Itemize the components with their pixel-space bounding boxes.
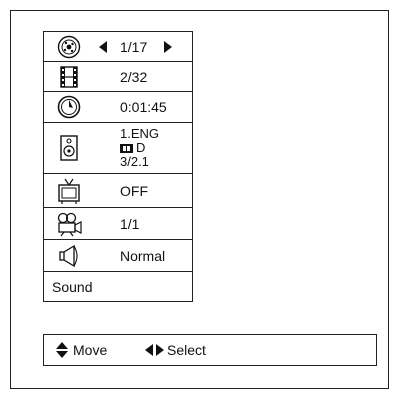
audio-channels: 3/2.1 bbox=[120, 154, 149, 169]
select-label: Select bbox=[167, 342, 206, 358]
menu-item-time[interactable]: 0:01:45 bbox=[43, 91, 193, 123]
audio-language: 1.ENG bbox=[120, 126, 160, 141]
select-hint: Select bbox=[145, 335, 206, 365]
up-down-arrows-icon bbox=[56, 342, 68, 358]
menu-item-sound[interactable]: Sound bbox=[43, 271, 193, 302]
hint-bar: Move Select bbox=[43, 334, 377, 366]
menu-item-subtitle[interactable]: OFF bbox=[43, 173, 193, 208]
sound-mode-value: Normal bbox=[120, 247, 166, 264]
next-arrow-icon[interactable] bbox=[164, 40, 172, 53]
camera-angle-icon bbox=[44, 208, 93, 239]
dolby-digital-icon bbox=[120, 143, 133, 153]
title-value: 1/17 bbox=[120, 38, 148, 55]
speaker-sound-icon bbox=[44, 240, 93, 271]
right-arrow-icon bbox=[156, 344, 164, 356]
subtitle-value: OFF bbox=[120, 182, 148, 199]
sound-label: Sound bbox=[52, 278, 93, 295]
film-chapter-icon bbox=[44, 62, 93, 91]
left-arrow-icon bbox=[145, 344, 153, 356]
speaker-audio-icon bbox=[44, 123, 93, 173]
menu-item-angle[interactable]: 1/1 bbox=[43, 207, 193, 240]
menu-item-chapter[interactable]: 2/32 bbox=[43, 61, 193, 92]
chapter-value: 2/32 bbox=[120, 68, 148, 85]
time-value: 0:01:45 bbox=[120, 99, 167, 115]
move-label: Move bbox=[73, 342, 108, 358]
move-hint: Move bbox=[56, 335, 107, 365]
menu-item-title[interactable]: 1/17 bbox=[43, 31, 193, 62]
clock-time-icon bbox=[44, 92, 93, 122]
angle-value: 1/1 bbox=[120, 215, 140, 232]
menu-item-sound-mode[interactable]: Normal bbox=[43, 239, 193, 272]
prev-arrow-icon[interactable] bbox=[99, 40, 107, 53]
disc-title-icon bbox=[44, 32, 93, 61]
tv-subtitle-icon bbox=[44, 174, 93, 207]
audio-format: D bbox=[136, 140, 146, 155]
menu-item-audio[interactable]: 1.ENG D 3/2.1 bbox=[43, 122, 193, 174]
